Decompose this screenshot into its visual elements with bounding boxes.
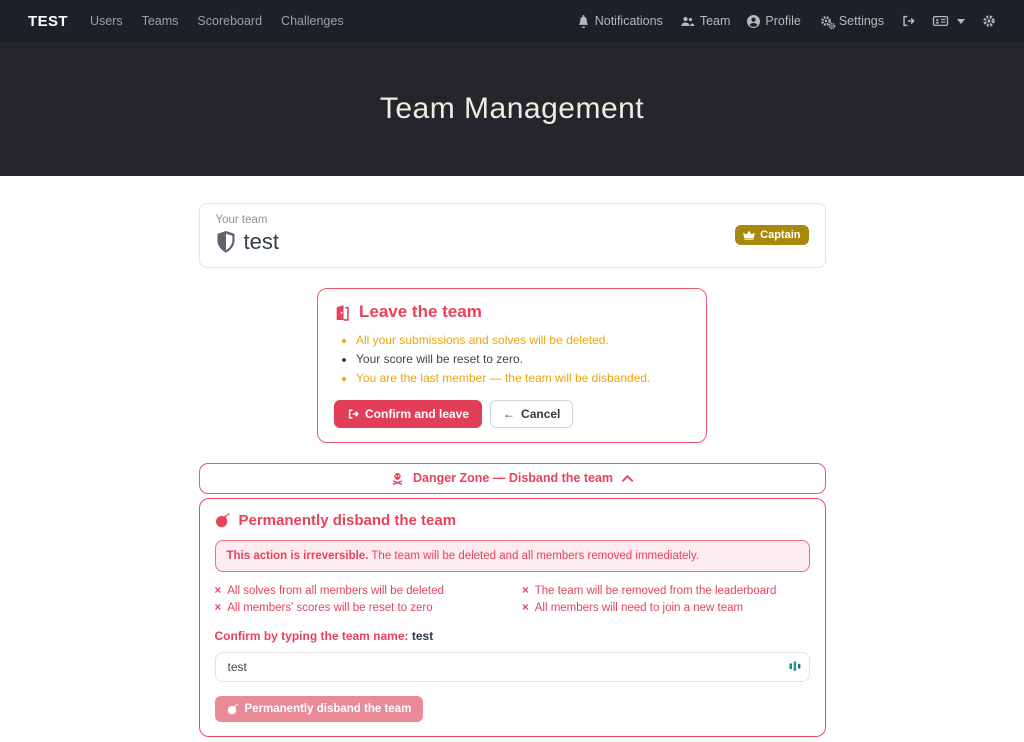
leave-warning-item: Your score will be reset to zero. bbox=[356, 350, 690, 369]
id-card-icon bbox=[932, 14, 949, 28]
irreversible-alert-text: The team will be deleted and all members… bbox=[368, 550, 699, 562]
bell-icon bbox=[577, 15, 590, 28]
leave-warning-list: All your submissions and solves will be … bbox=[356, 331, 690, 389]
nav-item-team[interactable]: Team bbox=[680, 14, 731, 28]
consequence-list: × All solves from all members will be de… bbox=[215, 585, 810, 614]
confirm-and-leave-button[interactable]: Confirm and leave bbox=[334, 400, 482, 428]
nav-link-scoreboard[interactable]: Scoreboard bbox=[197, 14, 262, 28]
team-users-icon bbox=[680, 15, 695, 28]
gear-icon bbox=[982, 14, 996, 28]
language-card-dropdown[interactable] bbox=[932, 14, 965, 28]
confirm-team-name-text: test bbox=[412, 629, 433, 643]
skull-crossbones-icon bbox=[391, 472, 404, 485]
logout-icon bbox=[347, 408, 359, 420]
your-team-card: Your team test Captain bbox=[199, 203, 826, 268]
your-team-label: Your team bbox=[216, 214, 279, 226]
permanently-disband-label: Permanently disband the team bbox=[245, 703, 412, 715]
page-header: Team Management bbox=[0, 42, 1024, 176]
nav-right: Notifications Team Profile Settings bbox=[577, 14, 996, 29]
captain-badge: Captain bbox=[735, 225, 808, 245]
nav-label-notifications: Notifications bbox=[595, 14, 663, 28]
logout-icon bbox=[901, 14, 915, 28]
settings-gears-icon bbox=[818, 14, 834, 29]
disband-title-row: Permanently disband the team bbox=[215, 512, 810, 529]
permanently-disband-button[interactable]: Permanently disband the team bbox=[215, 696, 424, 722]
nav-item-notifications[interactable]: Notifications bbox=[577, 14, 663, 28]
door-open-icon bbox=[334, 304, 351, 321]
profile-person-icon bbox=[747, 15, 760, 28]
crown-icon bbox=[743, 230, 755, 240]
consequence-item: × All members' scores will be reset to z… bbox=[215, 602, 503, 614]
navbar: TEST Users Teams Scoreboard Challenges N… bbox=[0, 0, 1024, 42]
arrow-left-icon: ← bbox=[503, 407, 515, 421]
x-mark-icon: × bbox=[215, 585, 222, 597]
nav-label-settings: Settings bbox=[839, 14, 884, 28]
x-mark-icon: × bbox=[522, 585, 529, 597]
cancel-button[interactable]: ← Cancel bbox=[490, 400, 573, 428]
captain-badge-label: Captain bbox=[760, 229, 800, 241]
nav-label-profile: Profile bbox=[765, 14, 800, 28]
bomb-icon bbox=[215, 512, 231, 528]
leave-warning-item: You are the last member — the team will … bbox=[356, 369, 690, 388]
browser-extension-icon[interactable] bbox=[789, 660, 801, 673]
consequence-item: × All solves from all members will be de… bbox=[215, 585, 503, 597]
leave-team-title-row: Leave the team bbox=[334, 302, 690, 322]
admin-gear-button[interactable] bbox=[982, 14, 996, 28]
disband-title: Permanently disband the team bbox=[239, 512, 457, 529]
confirm-typing-label: Confirm by typing the team name: test bbox=[215, 629, 810, 643]
confirm-team-name-input[interactable] bbox=[215, 652, 810, 682]
danger-zone-toggle[interactable]: Danger Zone — Disband the team bbox=[199, 463, 826, 494]
nav-label-team: Team bbox=[700, 14, 731, 28]
disband-team-card: Permanently disband the team This action… bbox=[199, 498, 826, 737]
chevron-up-icon bbox=[622, 475, 633, 482]
danger-zone-label: Danger Zone — Disband the team bbox=[413, 471, 613, 485]
team-name: test bbox=[244, 229, 279, 255]
brand-logo[interactable]: TEST bbox=[28, 13, 68, 30]
page-title: Team Management bbox=[380, 92, 644, 126]
nav-link-teams[interactable]: Teams bbox=[142, 14, 179, 28]
leave-warning-item: All your submissions and solves will be … bbox=[356, 331, 690, 350]
logout-button[interactable] bbox=[901, 14, 915, 28]
caret-down-icon bbox=[957, 19, 965, 24]
page: TEST Users Teams Scoreboard Challenges N… bbox=[0, 0, 1024, 742]
nav-link-users[interactable]: Users bbox=[90, 14, 123, 28]
leave-team-title: Leave the team bbox=[359, 302, 482, 322]
consequence-item: × The team will be removed from the lead… bbox=[522, 585, 810, 597]
irreversible-alert-bold: This action is irreversible. bbox=[227, 550, 369, 562]
confirm-and-leave-label: Confirm and leave bbox=[365, 407, 469, 421]
shield-icon bbox=[216, 231, 236, 253]
nav-item-profile[interactable]: Profile bbox=[747, 14, 800, 28]
consequence-item: × All members will need to join a new te… bbox=[522, 602, 810, 614]
x-mark-icon: × bbox=[215, 602, 222, 614]
nav-item-settings[interactable]: Settings bbox=[818, 14, 884, 29]
irreversible-alert: This action is irreversible. The team wi… bbox=[215, 540, 810, 572]
cancel-label: Cancel bbox=[521, 407, 560, 421]
nav-links: Users Teams Scoreboard Challenges bbox=[90, 14, 344, 28]
nav-link-challenges[interactable]: Challenges bbox=[281, 14, 344, 28]
x-mark-icon: × bbox=[522, 602, 529, 614]
bomb-icon bbox=[227, 703, 239, 715]
leave-team-card: Leave the team All your submissions and … bbox=[317, 288, 707, 443]
